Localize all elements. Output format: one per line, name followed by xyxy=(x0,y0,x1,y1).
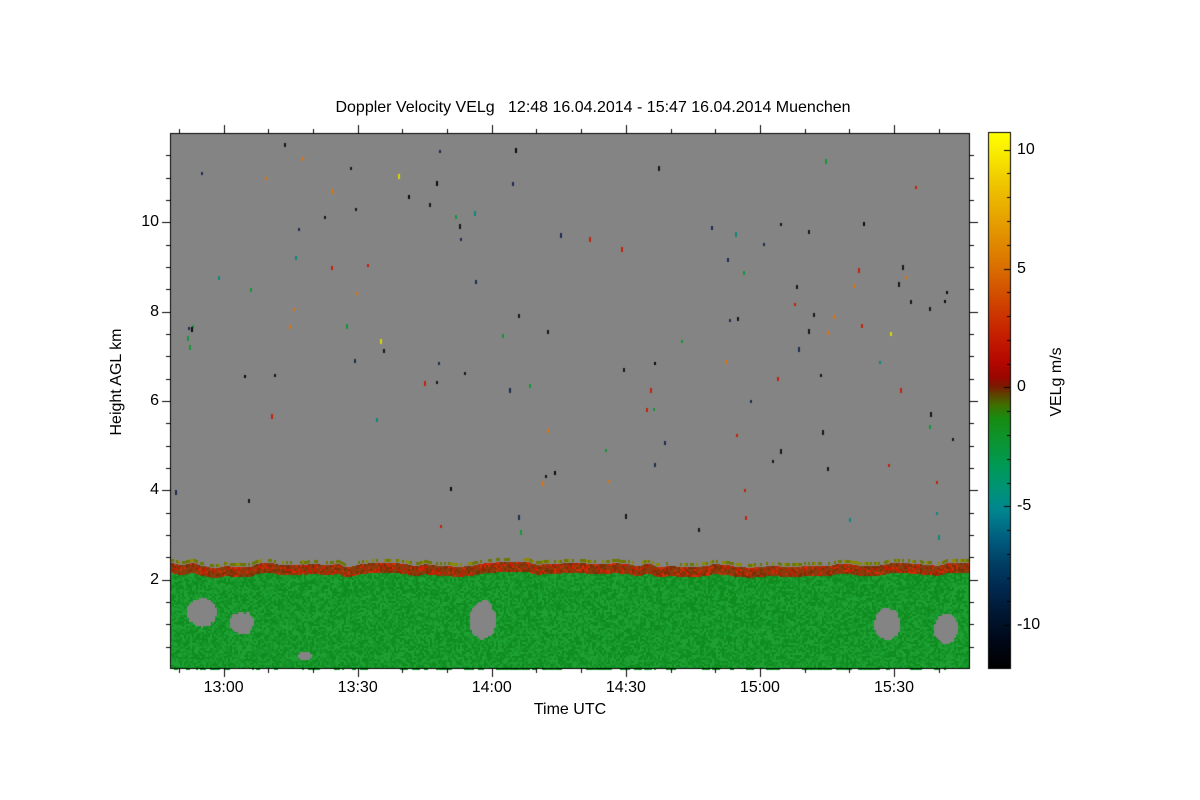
y-tick-label: 6 xyxy=(150,392,159,409)
x-tick-label: 14:00 xyxy=(471,679,512,696)
y-tick-label: 4 xyxy=(150,481,159,499)
y-axis-title: Height AGL km xyxy=(108,328,125,436)
x-tick-label: 15:30 xyxy=(873,679,915,696)
x-tick-label: 13:00 xyxy=(203,679,244,696)
colorbar-tick-label: 0 xyxy=(1017,378,1026,395)
y-tick-label: 8 xyxy=(150,302,159,320)
x-tick-label: 14:30 xyxy=(605,679,646,696)
velocity-heatmap-canvas xyxy=(0,0,1200,800)
x-tick-label: 15:00 xyxy=(739,679,780,696)
x-tick-label: 13:30 xyxy=(337,679,378,696)
colorbar-tick-label: 10 xyxy=(1017,141,1035,158)
page-title: Doppler Velocity VELg 12:48 16.04.2014 -… xyxy=(335,99,851,116)
colorbar-tick-label: 5 xyxy=(1017,260,1026,277)
colorbar-tick-label: -5 xyxy=(1017,497,1032,514)
colorbar-tick-label: -10 xyxy=(1017,616,1041,633)
y-tick-label: 10 xyxy=(141,213,159,231)
figure-page: { "figure": { "title": "Doppler Velocity… xyxy=(0,0,1200,800)
colorbar-title: VELg m/s xyxy=(1048,347,1065,417)
x-axis-title: Time UTC xyxy=(533,701,607,718)
y-tick-label: 2 xyxy=(150,570,159,588)
